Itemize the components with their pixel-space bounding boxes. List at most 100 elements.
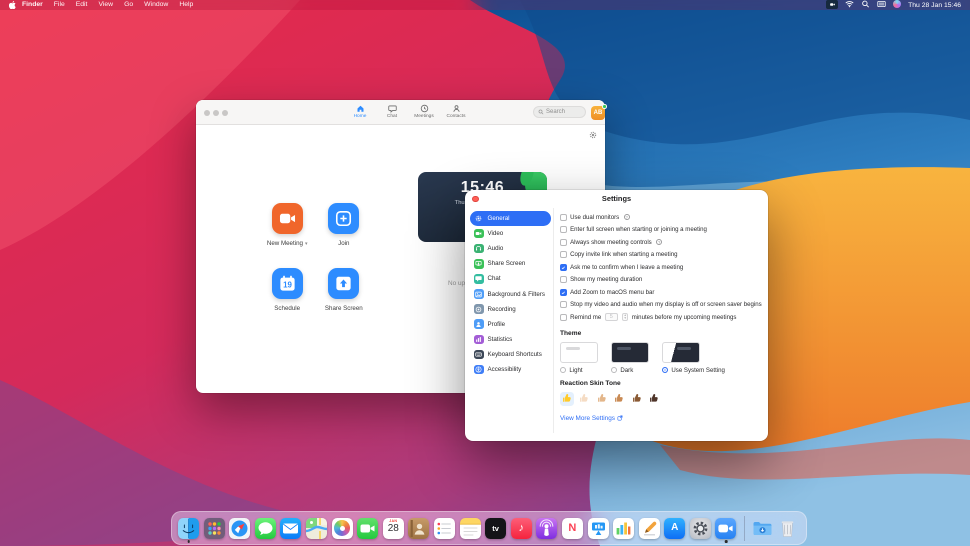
dock-icon-zoom[interactable]: [715, 518, 736, 539]
close-button[interactable]: [472, 196, 479, 203]
sidebar-item-label: General: [488, 215, 510, 222]
radio-button[interactable]: [611, 367, 617, 373]
checkbox[interactable]: [560, 264, 567, 271]
checkbox[interactable]: [560, 314, 567, 321]
image-icon: [474, 289, 484, 299]
dock-icon-news[interactable]: N: [562, 518, 583, 539]
menu-help[interactable]: Help: [179, 0, 193, 10]
dock-icon-appstore[interactable]: A: [664, 518, 685, 539]
sidebar-item-share-screen[interactable]: Share Screen: [470, 256, 551, 271]
dock-icon-system-preferences[interactable]: [690, 518, 711, 539]
dock-icon-notes[interactable]: [460, 518, 481, 539]
remind-minutes-stepper[interactable]: ▲▼: [622, 313, 628, 321]
skin-tone-3-thumb-icon[interactable]: [595, 392, 609, 406]
skin-tone-1-thumb-icon[interactable]: [560, 392, 574, 406]
dock-icon-photos[interactable]: [332, 518, 353, 539]
general-checkbox-list: Use dual monitors?Enter full screen when…: [560, 211, 762, 324]
radio-button[interactable]: [560, 367, 566, 373]
menu-go[interactable]: Go: [124, 0, 133, 10]
dock-icon-trash[interactable]: [777, 518, 798, 539]
menu-bar-status: Thu 28 Jan 15:46: [826, 0, 961, 10]
checkbox[interactable]: [560, 251, 567, 258]
reaction-skin-tones: [560, 392, 762, 406]
dock-icon-messages[interactable]: [255, 518, 276, 539]
zoom-menubar-icon[interactable]: [826, 0, 838, 10]
sidebar-item-accessibility[interactable]: Accessibility: [470, 362, 551, 377]
action-share-screen[interactable]: Share Screen: [316, 268, 372, 312]
dock-icon-facetime[interactable]: [357, 518, 378, 539]
action-label: New Meeting▾: [267, 240, 308, 247]
setting-row: Enter full screen when starting or joini…: [560, 224, 762, 237]
dock-icon-pages[interactable]: [639, 518, 660, 539]
remind-minutes-input[interactable]: 5: [605, 313, 618, 321]
dock-icon-finder[interactable]: [178, 518, 199, 539]
sidebar-item-background-filters[interactable]: Background & Filters: [470, 286, 551, 301]
setting-label: Enter full screen when starting or joini…: [570, 226, 707, 233]
menu-bar-clock[interactable]: Thu 28 Jan 15:46: [908, 2, 961, 9]
action-join[interactable]: Join: [316, 203, 372, 247]
dock-icon-music[interactable]: ♪: [511, 518, 532, 539]
checkbox[interactable]: [560, 276, 567, 283]
theme-option-system[interactable]: Use System Setting: [662, 342, 725, 374]
skin-tone-6-thumb-icon[interactable]: [648, 392, 662, 406]
skin-tone-2-thumb-icon[interactable]: [578, 392, 592, 406]
theme-option-label: Use System Setting: [671, 367, 725, 374]
sidebar-item-chat[interactable]: Chat: [470, 271, 551, 286]
action-new-meeting[interactable]: New Meeting▾: [259, 203, 315, 247]
spotlight-icon[interactable]: [861, 0, 870, 10]
dock-icon-reminders[interactable]: [434, 518, 455, 539]
dock-icon-maps[interactable]: [306, 518, 327, 539]
sidebar-item-profile[interactable]: Profile: [470, 317, 551, 332]
radio-button[interactable]: [662, 367, 668, 373]
theme-option-light[interactable]: Light: [560, 342, 598, 374]
dock-icon-tv[interactable]: tv: [485, 518, 506, 539]
siri-icon[interactable]: [893, 0, 901, 10]
skin-tone-5-thumb-icon[interactable]: [630, 392, 644, 406]
theme-thumbnail-dark[interactable]: [611, 342, 649, 363]
dock-icon-calendar[interactable]: JAN28: [383, 518, 404, 539]
view-more-label: View More Settings: [560, 415, 615, 422]
sidebar-item-statistics[interactable]: Statistics: [470, 332, 551, 347]
sidebar-item-general[interactable]: General: [470, 211, 551, 226]
reaction-heading: Reaction Skin Tone: [560, 380, 762, 387]
sidebar-item-keyboard-shortcuts[interactable]: Keyboard Shortcuts: [470, 347, 551, 362]
action-schedule[interactable]: 19Schedule: [259, 268, 315, 312]
dock-icon-mail[interactable]: [280, 518, 301, 539]
sidebar-item-audio[interactable]: Audio: [470, 241, 551, 256]
theme-thumbnail-system[interactable]: [662, 342, 700, 363]
dock-icon-safari[interactable]: [229, 518, 250, 539]
chatbubble-icon: [474, 274, 484, 284]
theme-option-dark[interactable]: Dark: [611, 342, 649, 374]
chevron-down-icon[interactable]: ▾: [305, 241, 308, 247]
menu-finder[interactable]: Finder: [22, 0, 43, 10]
checkbox[interactable]: [560, 301, 567, 308]
skin-tone-4-thumb-icon[interactable]: [613, 392, 627, 406]
sidebar-item-label: Background & Filters: [488, 291, 545, 298]
checkbox[interactable]: [560, 289, 567, 296]
checkbox[interactable]: [560, 226, 567, 233]
sidebar-item-label: Video: [488, 230, 504, 237]
dock-icon-downloads[interactable]: [752, 518, 773, 539]
apple-menu-icon[interactable]: [9, 1, 18, 9]
view-more-settings-link[interactable]: View More Settings: [560, 415, 762, 422]
checkbox[interactable]: [560, 239, 567, 246]
menu-window[interactable]: Window: [144, 0, 168, 10]
dock-icon-launchpad[interactable]: [204, 518, 225, 539]
theme-thumbnail-light[interactable]: [560, 342, 598, 363]
info-icon[interactable]: ?: [656, 239, 662, 245]
menu-file[interactable]: File: [54, 0, 65, 10]
display-icon[interactable]: [877, 0, 886, 10]
sidebar-item-recording[interactable]: Recording: [470, 302, 551, 317]
sidebar-item-label: Recording: [488, 306, 516, 313]
dock-icon-podcasts[interactable]: [536, 518, 557, 539]
dock-icon-keynote[interactable]: [588, 518, 609, 539]
setting-row: Stop my video and audio when my display …: [560, 299, 762, 312]
sidebar-item-video[interactable]: Video: [470, 226, 551, 241]
dock-icon-numbers[interactable]: [613, 518, 634, 539]
menu-view[interactable]: View: [98, 0, 113, 10]
menu-edit[interactable]: Edit: [76, 0, 88, 10]
checkbox[interactable]: [560, 214, 567, 221]
info-icon[interactable]: ?: [624, 214, 630, 220]
dock-icon-contacts[interactable]: [408, 518, 429, 539]
wifi-icon[interactable]: [845, 0, 854, 10]
